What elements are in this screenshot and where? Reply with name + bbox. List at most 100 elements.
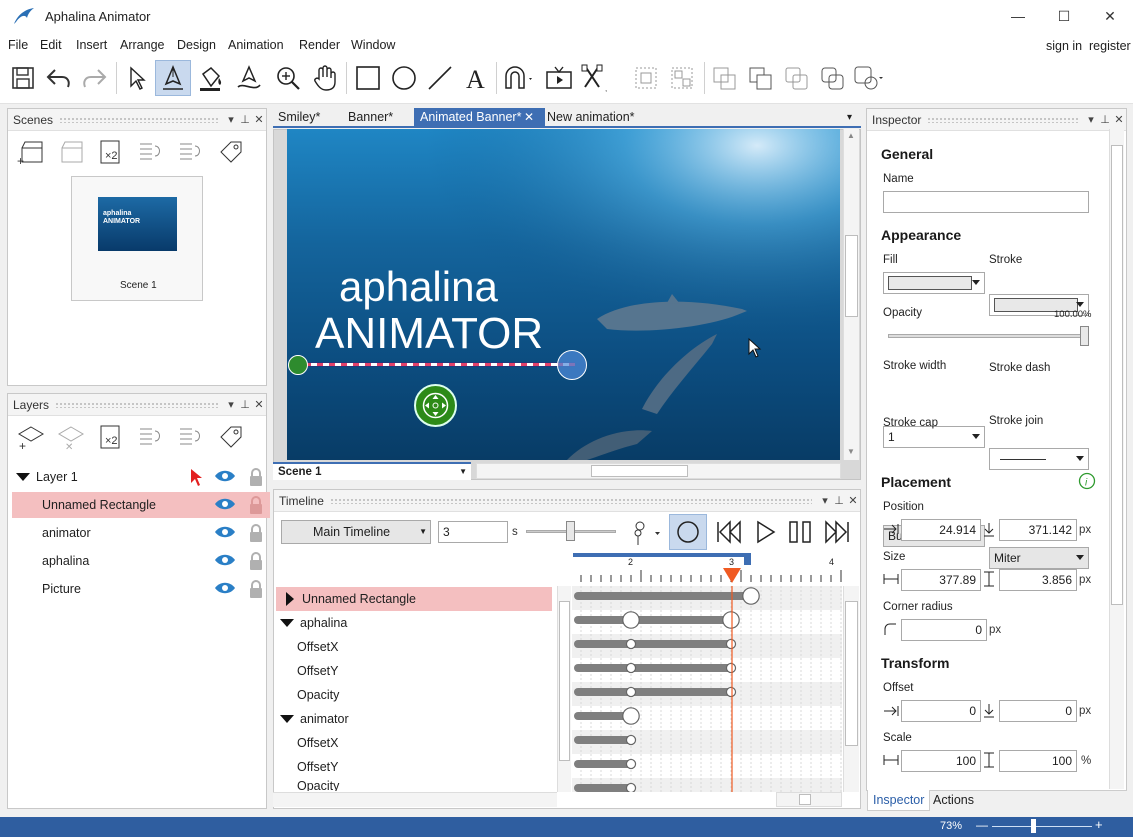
pin-icon[interactable]: ⊥ <box>832 494 846 507</box>
panel-menu-icon[interactable]: ▾ <box>1084 113 1098 126</box>
lock-icon[interactable] <box>248 551 264 574</box>
lock-icon[interactable] <box>248 495 264 518</box>
animation-bar[interactable] <box>574 664 733 672</box>
fast-forward-icon[interactable] <box>822 518 852 549</box>
menu-edit[interactable]: Edit <box>40 38 62 52</box>
rewind-icon[interactable] <box>714 518 744 549</box>
tab-smiley[interactable]: Smiley* <box>272 108 326 128</box>
stroke-join-select[interactable]: Miter <box>989 547 1089 569</box>
panel-menu-icon[interactable]: ▾ <box>818 494 832 507</box>
selected-rectangle[interactable] <box>299 362 575 367</box>
scrollbar-thumb[interactable] <box>845 235 858 317</box>
keyframe[interactable] <box>725 686 737 698</box>
line-icon[interactable] <box>422 60 458 96</box>
canvas-artboard[interactable]: aphalina ANIMATOR <box>287 129 840 460</box>
menu-render[interactable]: Render <box>299 38 340 52</box>
animation-bar[interactable] <box>574 640 733 648</box>
tab-new-animation[interactable]: New animation* <box>541 108 641 128</box>
canvas-vertical-scrollbar[interactable]: ▲ ▼ <box>843 129 859 460</box>
visibility-eye-icon[interactable] <box>214 497 236 514</box>
save-icon[interactable] <box>5 60 41 96</box>
keyframe[interactable] <box>725 638 737 650</box>
track-offsety[interactable]: OffsetY <box>276 755 552 779</box>
animation-bar[interactable] <box>574 592 753 600</box>
maximize-button[interactable]: ☐ <box>1041 0 1087 32</box>
scrollbar-thumb[interactable] <box>1111 145 1123 605</box>
menu-insert[interactable]: Insert <box>76 38 107 52</box>
offset-y-input[interactable]: 0 <box>999 700 1077 722</box>
track-vertical-scrollbar[interactable] <box>843 586 859 792</box>
pin-icon[interactable]: ⊥ <box>1098 113 1112 126</box>
collapse-triangle-icon[interactable] <box>16 473 30 481</box>
record-button[interactable] <box>669 514 707 550</box>
stroke-width-select[interactable]: 1 <box>883 426 985 448</box>
move-layer-up-icon[interactable] <box>136 422 166 452</box>
duration-input[interactable]: 3 <box>438 521 508 543</box>
corner-radius-input[interactable]: 0 <box>901 619 987 641</box>
exclude-icon[interactable] <box>815 60 851 96</box>
lock-icon[interactable] <box>248 467 264 490</box>
layer-row-unnamed-rectangle[interactable]: Unnamed Rectangle <box>12 492 270 518</box>
lock-icon[interactable] <box>248 523 264 546</box>
visibility-eye-icon[interactable] <box>214 581 236 598</box>
offset-x-input[interactable]: 0 <box>901 700 981 722</box>
size-width-input[interactable]: 377.89 <box>901 569 981 591</box>
start-handle[interactable] <box>288 355 308 375</box>
zoom-slider[interactable] <box>992 826 1092 827</box>
track-list-horizontal-scrollbar[interactable] <box>273 792 557 807</box>
pin-icon[interactable]: ⊥ <box>238 398 252 411</box>
track-aphalina[interactable]: aphalina <box>276 611 552 635</box>
combine-icon[interactable] <box>707 60 743 96</box>
layer-row-animator[interactable]: animator <box>12 520 270 546</box>
undo-icon[interactable] <box>41 60 77 96</box>
timeline-ruler[interactable] <box>572 556 842 584</box>
fill-color-picker[interactable] <box>883 272 985 294</box>
delete-layer-icon[interactable]: ✕ <box>56 422 86 452</box>
scrollbar-thumb[interactable] <box>559 601 570 761</box>
visibility-eye-icon[interactable] <box>214 469 236 486</box>
close-window-button[interactable]: ✕ <box>1087 0 1133 32</box>
intersect-icon[interactable] <box>779 60 815 96</box>
visibility-eye-icon[interactable] <box>214 553 236 570</box>
position-y-input[interactable]: 371.142 <box>999 519 1077 541</box>
scroll-down-icon[interactable]: ▼ <box>847 447 855 456</box>
inspector-scrollbar[interactable] <box>1109 129 1124 789</box>
add-layer-icon[interactable]: + <box>16 422 46 452</box>
duplicate-layer-icon[interactable]: ×2 <box>96 422 126 452</box>
zoom-slider-thumb[interactable] <box>1031 819 1036 833</box>
panel-close-icon[interactable]: ✕ <box>252 398 266 411</box>
scroll-up-icon[interactable]: ▲ <box>847 131 855 140</box>
tab-actions[interactable]: Actions <box>933 793 974 807</box>
animation-bar[interactable] <box>574 616 733 624</box>
delete-scene-icon[interactable] <box>56 137 86 167</box>
move-handle-icon[interactable] <box>414 384 457 427</box>
lock-icon[interactable] <box>248 579 264 602</box>
track-offsetx[interactable]: OffsetX <box>276 635 552 659</box>
animation-bar[interactable] <box>574 784 633 792</box>
panel-close-icon[interactable]: ✕ <box>252 113 266 126</box>
keyframe[interactable] <box>625 734 637 746</box>
layer-row-picture[interactable]: Picture <box>12 576 270 602</box>
keyframe[interactable] <box>625 686 637 698</box>
more-icon[interactable] <box>851 60 887 96</box>
canvas-text-aphalina[interactable]: aphalina <box>339 263 498 311</box>
hand-icon[interactable] <box>307 60 343 96</box>
ellipse-icon[interactable] <box>386 60 422 96</box>
track-list-scrollbar[interactable] <box>557 586 571 792</box>
keyframe[interactable] <box>622 611 640 629</box>
scene-thumbnail[interactable]: aphalina ANIMATOR Scene 1 <box>71 176 203 301</box>
magnet-icon[interactable] <box>500 60 536 96</box>
collapse-triangle-icon[interactable] <box>280 715 294 723</box>
animation-bar[interactable] <box>574 736 633 744</box>
duplicate-scene-icon[interactable]: ×2 <box>96 137 126 167</box>
rectangle-icon[interactable] <box>350 60 386 96</box>
menu-animation[interactable]: Animation <box>228 38 284 52</box>
keyframe[interactable] <box>625 638 637 650</box>
zoom-out-button[interactable]: — <box>976 818 988 832</box>
canvas-horizontal-scrollbar[interactable] <box>476 463 841 479</box>
panel-menu-icon[interactable]: ▾ <box>224 113 238 126</box>
move-layer-down-icon[interactable] <box>176 422 206 452</box>
scrollbar-thumb[interactable] <box>799 794 811 805</box>
union-icon[interactable] <box>743 60 779 96</box>
expand-triangle-icon[interactable] <box>286 592 294 606</box>
